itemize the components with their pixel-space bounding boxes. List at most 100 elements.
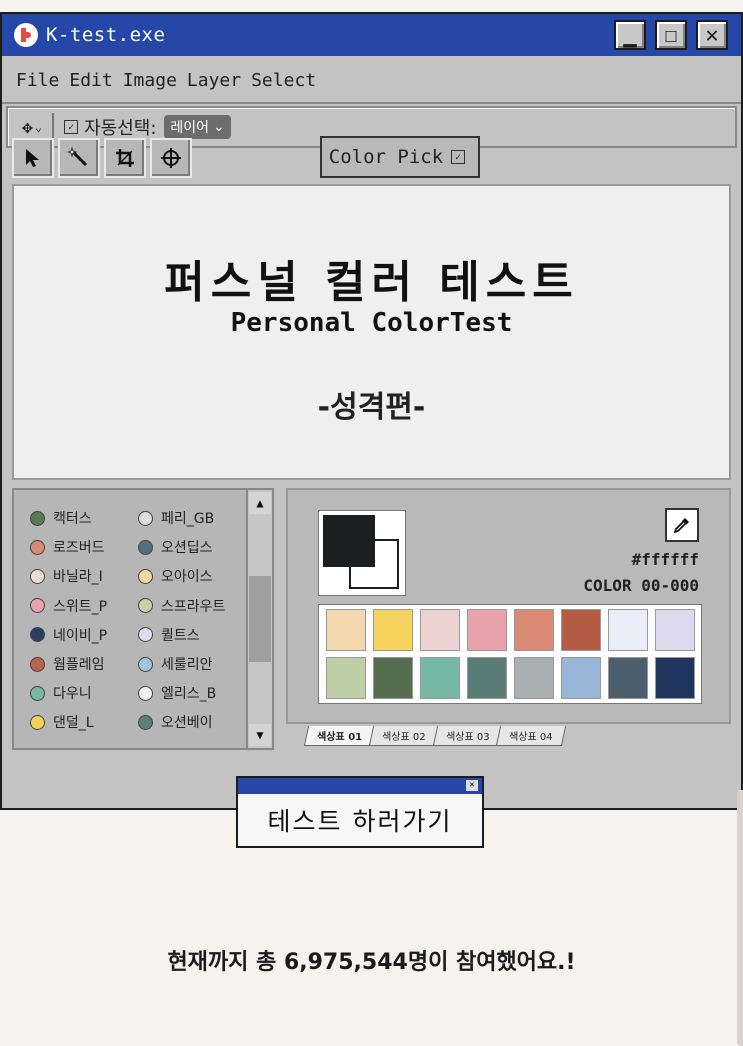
color-dot-icon (138, 510, 153, 526)
type-label: 네이비_P (53, 627, 108, 644)
type-list-item[interactable]: 바닐라_I (30, 566, 103, 586)
toolbar-divider (52, 113, 55, 141)
palette-swatch[interactable] (655, 609, 695, 651)
type-list-item[interactable]: 스프라우트 (138, 596, 225, 616)
tab-palette-03[interactable]: 색상표 03 (432, 726, 503, 746)
color-pick-label: Color Pick (328, 146, 444, 168)
palette-swatch[interactable] (373, 609, 413, 651)
tab-palette-02[interactable]: 색상표 02 (368, 726, 439, 746)
color-dot-icon (138, 568, 153, 584)
target-tool-button[interactable] (150, 138, 192, 178)
color-code: COLOR 00-000 (583, 576, 699, 595)
type-label: 스프라우트 (161, 598, 226, 615)
layer-select[interactable]: 레이어 ⌄ (164, 115, 231, 139)
page-title: 퍼스널 컬러 테스트 (164, 257, 579, 308)
type-label: 세룰리안 (161, 657, 213, 673)
palette-swatch[interactable] (326, 657, 366, 699)
tab-palette-04[interactable]: 색상표 04 (495, 726, 566, 746)
menu-image[interactable]: Image (123, 70, 177, 91)
eyedropper-icon (673, 518, 689, 534)
close-button[interactable]: ✕ (696, 20, 728, 50)
start-test-button[interactable]: ✕ 테스트 하러가기 (236, 776, 484, 848)
tab-label: 색상표 02 (382, 732, 426, 743)
palette-swatch[interactable] (655, 657, 695, 699)
palette-swatch[interactable] (420, 609, 460, 651)
tab-label: 색상표 04 (509, 732, 553, 743)
layer-select-value: 레이어 (170, 120, 210, 136)
type-list-item[interactable]: 스위트_P (30, 596, 107, 616)
minimize-button[interactable]: ▁ (614, 20, 646, 50)
close-icon[interactable]: ✕ (466, 780, 478, 791)
type-list-item[interactable]: 페리_GB (138, 508, 214, 528)
cta-title-bar (238, 778, 482, 794)
type-label: 바닐라_I (53, 569, 103, 586)
color-dot-icon (30, 627, 45, 643)
menu-select[interactable]: Select (251, 70, 316, 91)
palette-swatch[interactable] (467, 657, 507, 699)
type-label: 퀼트스 (161, 627, 200, 644)
arrow-icon (26, 149, 39, 167)
color-dot-icon (30, 539, 45, 555)
type-list-item[interactable]: 네이비_P (30, 625, 107, 645)
swatch-grid (318, 604, 702, 704)
foreground-color-swatch[interactable] (323, 515, 375, 567)
color-dot-icon (138, 685, 153, 701)
window-title: K-test.exe (46, 24, 166, 46)
type-label: 캑터스 (53, 511, 92, 527)
scroll-up-icon[interactable]: ▲ (249, 492, 271, 514)
scroll-thumb[interactable] (249, 576, 271, 662)
eyedropper-button[interactable] (665, 508, 699, 542)
type-list-item[interactable]: 댄덜_L (30, 712, 94, 732)
type-list: 캑터스로즈버드바닐라_I 스위트_P 네이비_P 웜플레임다우니댄덜_L 페리_GB 오션… (12, 488, 274, 750)
color-pick-checkbox: ✓ (451, 150, 466, 164)
hex-value: #ffffff (631, 550, 699, 569)
type-list-item[interactable]: 오아이스 (138, 566, 213, 586)
magic-wand-button[interactable] (58, 138, 100, 178)
color-dot-icon (30, 714, 45, 730)
fg-bg-swatch[interactable] (318, 510, 406, 596)
palette-swatch[interactable] (561, 609, 601, 651)
title-canvas: 퍼스널 컬러 테스트 Personal ColorTest -성격편- (12, 184, 731, 480)
tab-label: 색상표 03 (445, 732, 490, 743)
color-dot-icon (138, 656, 153, 672)
type-list-item[interactable]: 세룰리안 (138, 654, 213, 674)
type-list-item[interactable]: 로즈버드 (30, 537, 105, 557)
palette-swatch[interactable] (420, 657, 460, 699)
palette-swatch[interactable] (608, 609, 648, 651)
menu-edit[interactable]: Edit (69, 70, 112, 91)
type-label: 댄덜_L (53, 715, 94, 732)
crop-tool-button[interactable] (104, 138, 146, 178)
type-list-item[interactable]: 퀼트스 (138, 625, 200, 645)
type-list-item[interactable]: 캑터스 (30, 508, 92, 528)
type-label: 오아이스 (161, 569, 213, 586)
tab-palette-01[interactable]: 색상표 01 (303, 726, 376, 746)
menu-layer[interactable]: Layer (187, 70, 241, 91)
type-list-item[interactable]: 오션베이 (138, 712, 213, 732)
type-list-scrollbar[interactable]: ▲ ▼ (246, 490, 272, 748)
palette-swatch[interactable] (514, 657, 554, 699)
chevron-down-icon[interactable]: ⌄ (35, 120, 42, 134)
crop-icon (116, 149, 134, 167)
color-pick-button[interactable]: Color Pick ✓ (320, 136, 480, 178)
palette-swatch[interactable] (561, 657, 601, 699)
page-scrollbar[interactable] (737, 790, 743, 1046)
palette-swatch[interactable] (373, 657, 413, 699)
type-list-item[interactable]: 다우니 (30, 683, 92, 703)
arrow-tool-button[interactable] (12, 138, 54, 178)
auto-select-checkbox[interactable]: ✓ (64, 120, 79, 134)
type-list-item[interactable]: 오션딥스 (138, 537, 213, 557)
type-list-item[interactable]: 엘리스_B (138, 683, 216, 703)
color-dot-icon (30, 510, 45, 526)
type-label: 페리_GB (161, 511, 215, 527)
maximize-button[interactable]: ☐ (655, 20, 687, 50)
type-list-item[interactable]: 웜플레임 (30, 654, 105, 674)
menu-file[interactable]: File (16, 70, 59, 91)
move-tool-icon[interactable]: ✥ (22, 117, 33, 138)
palette-swatch[interactable] (467, 609, 507, 651)
magic-wand-icon (68, 147, 88, 167)
color-dot-icon (30, 598, 45, 614)
palette-swatch[interactable] (608, 657, 648, 699)
palette-swatch[interactable] (514, 609, 554, 651)
scroll-down-icon[interactable]: ▼ (249, 724, 271, 746)
palette-swatch[interactable] (326, 609, 366, 651)
